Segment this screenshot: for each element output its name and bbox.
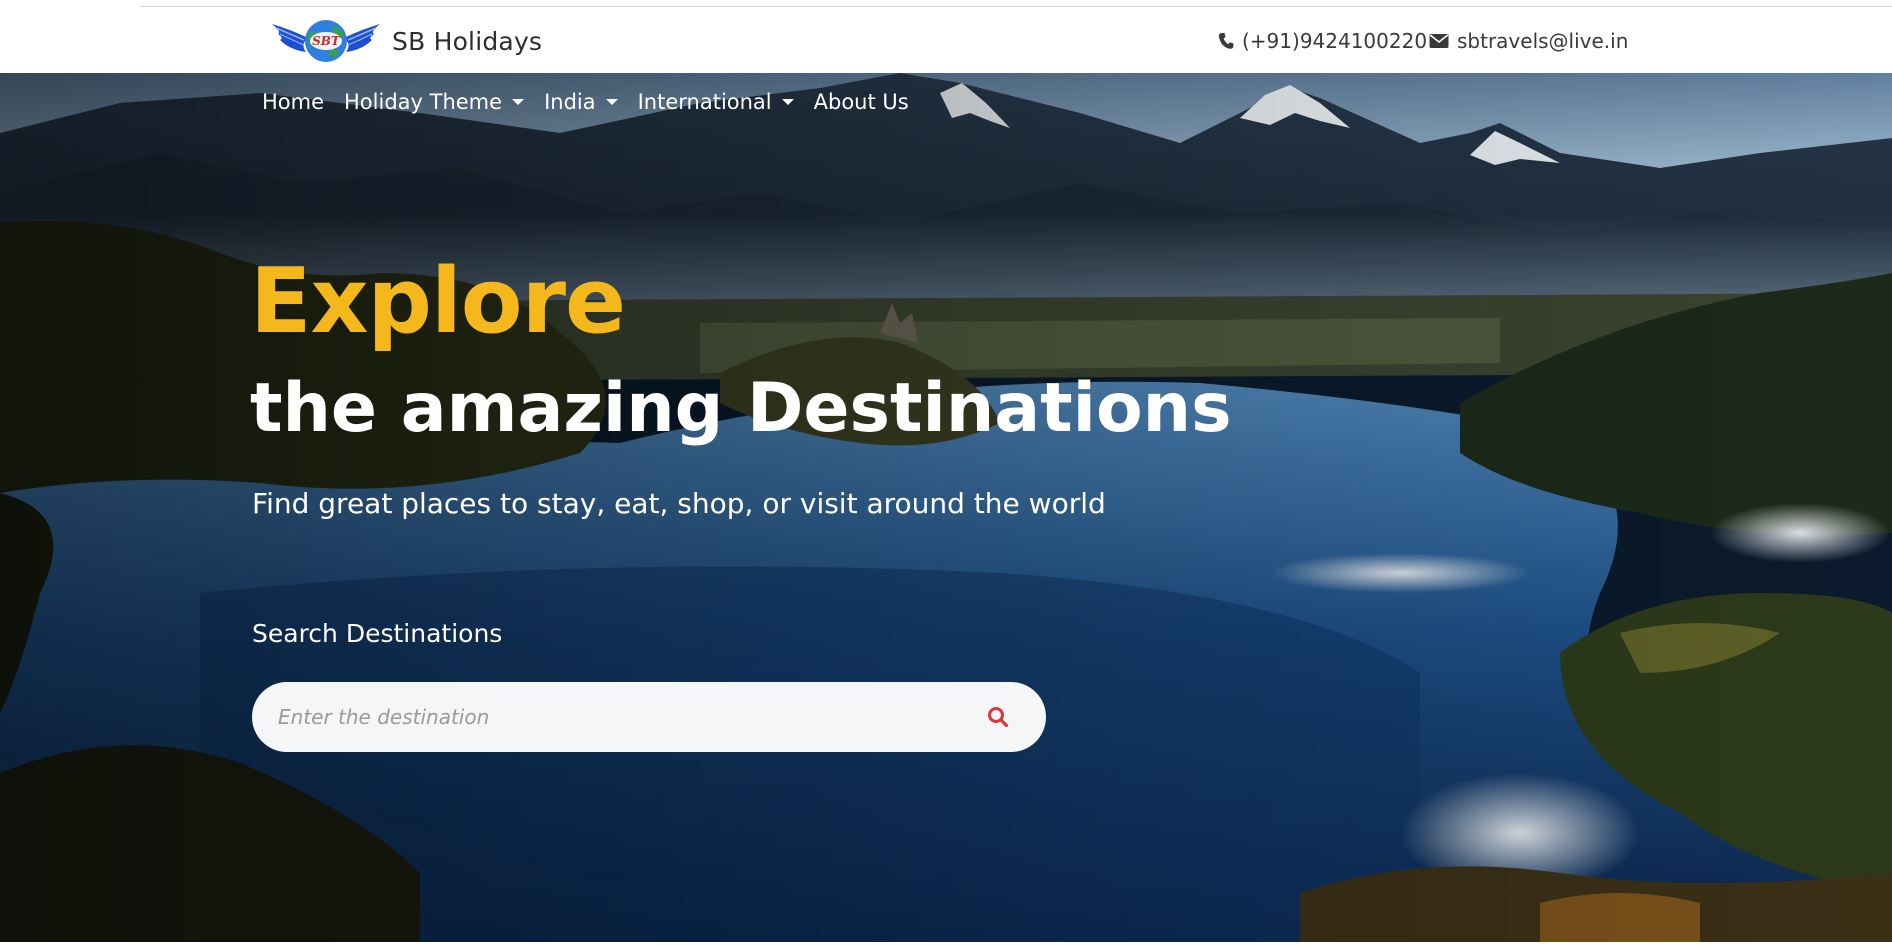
top-header: SBT SB Holidays (+91)9424100220 sbtravel… <box>0 7 1892 73</box>
nav-about-us[interactable]: About Us <box>814 90 909 114</box>
envelope-icon <box>1429 34 1449 48</box>
contact-email[interactable]: sbtravels@live.in <box>1429 27 1628 55</box>
nav-home-label: Home <box>262 90 325 114</box>
contact-phone[interactable]: (+91)9424100220 <box>1218 27 1427 55</box>
search-icon <box>988 707 1009 728</box>
hero-banner: Home Holiday Theme India International A… <box>0 73 1892 942</box>
chevron-down-icon <box>781 99 794 105</box>
hero-headline-main: the amazing Destinations <box>250 369 1232 448</box>
search-button[interactable] <box>968 687 1028 747</box>
chevron-down-icon <box>605 99 618 105</box>
brand[interactable]: SBT SB Holidays <box>270 18 542 64</box>
nav-holiday-theme[interactable]: Holiday Theme <box>344 90 525 114</box>
nav-holiday-theme-label: Holiday Theme <box>344 90 503 114</box>
hero-tagline: Find great places to stay, eat, shop, or… <box>252 487 1106 520</box>
brand-name: SB Holidays <box>392 26 543 56</box>
email-address: sbtravels@live.in <box>1457 29 1629 53</box>
nav-india-label: India <box>544 90 596 114</box>
sbt-logo: SBT <box>272 20 380 62</box>
nav-about-us-label: About Us <box>813 90 909 114</box>
nav-international[interactable]: International <box>638 90 794 114</box>
hero-headline-accent: Explore <box>250 249 626 354</box>
nav-international-label: International <box>637 90 772 114</box>
search-input[interactable] <box>252 682 968 752</box>
phone-icon <box>1218 33 1234 49</box>
logo-text: SBT <box>312 34 341 48</box>
main-nav: Home Holiday Theme India International A… <box>262 87 929 117</box>
phone-number: (+91)9424100220 <box>1242 29 1428 53</box>
nav-india[interactable]: India <box>544 90 618 114</box>
chevron-down-icon <box>512 99 525 105</box>
search-box <box>252 682 1046 752</box>
search-label: Search Destinations <box>252 619 503 648</box>
nav-home[interactable]: Home <box>262 90 324 114</box>
